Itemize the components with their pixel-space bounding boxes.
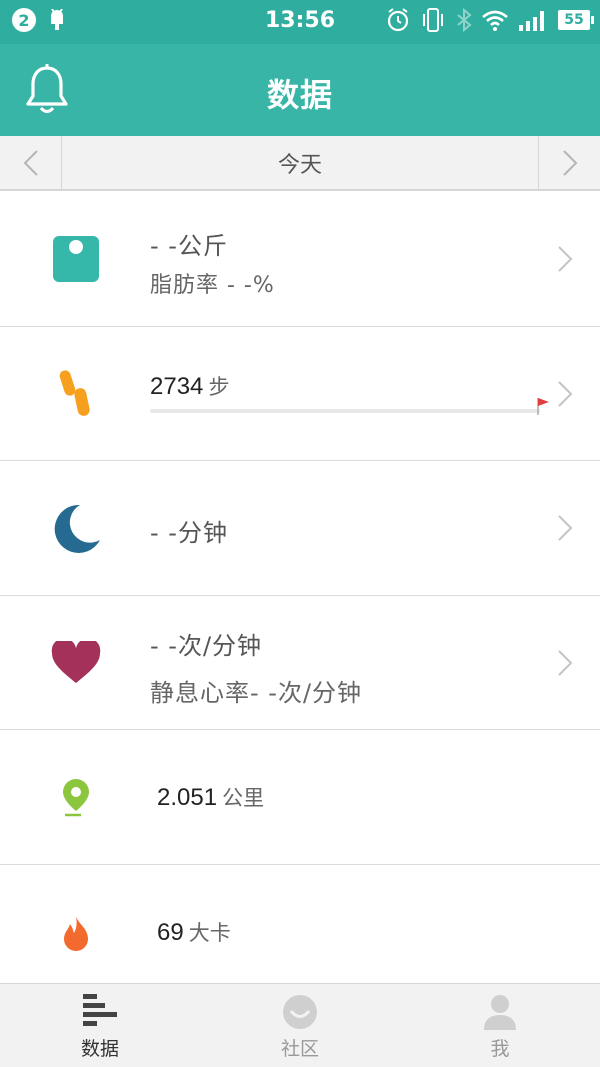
date-navigator: 今天: [0, 136, 600, 191]
steps-value: 2734: [150, 372, 204, 400]
location-pin-icon: [63, 779, 89, 817]
weight-value: - -公斤: [150, 232, 228, 260]
tab-community[interactable]: 社区: [200, 984, 400, 1067]
vibrate-icon: [423, 8, 443, 32]
battery-indicator: 55: [558, 10, 594, 30]
chevron-right-icon: [562, 149, 577, 176]
footsteps-icon: [59, 369, 90, 416]
heart-icon: [51, 640, 101, 683]
tab-data[interactable]: 数据: [0, 984, 200, 1067]
chevron-left-icon: [23, 149, 38, 176]
calories-value: 69: [157, 918, 184, 946]
signal-icon: [519, 11, 544, 31]
app-bar: 数据: [0, 44, 600, 136]
calories-row: 69 大卡: [0, 864, 600, 983]
scale-icon: [53, 236, 99, 282]
tab-me[interactable]: 我: [400, 984, 600, 1067]
bars-icon: [83, 994, 117, 1026]
sleep-row[interactable]: - -分钟: [0, 461, 600, 596]
alarm-icon: [387, 8, 409, 32]
calories-unit: 大卡: [188, 920, 231, 945]
body-fat-value: 脂肪率 - -%: [150, 273, 275, 298]
status-bar: 2 13:56 55: [0, 0, 600, 44]
resting-heart-rate-value: 静息心率- -次/分钟: [150, 678, 363, 707]
weight-row[interactable]: - -公斤 脂肪率 - -%: [0, 192, 600, 327]
steps-progress-bar: [150, 408, 540, 413]
metrics-list: - -公斤 脂肪率 - -% 2734 步 - -分钟 - -次/分钟 静息心率…: [0, 192, 600, 983]
flame-icon: [64, 915, 88, 951]
chevron-right-icon: [558, 649, 573, 676]
next-day-button[interactable]: [538, 136, 600, 189]
sleep-value: - -分钟: [150, 519, 228, 547]
tab-me-label: 我: [490, 1038, 510, 1060]
moon-icon: [54, 504, 100, 553]
bluetooth-icon: [457, 8, 472, 32]
goal-flag-icon: [537, 397, 549, 415]
tab-data-label: 数据: [80, 1038, 119, 1060]
heart-rate-value: - -次/分钟: [150, 631, 263, 660]
distance-unit: 公里: [222, 786, 265, 810]
steps-row[interactable]: 2734 步: [0, 326, 600, 461]
current-date-label: 今天: [277, 152, 322, 178]
tab-community-label: 社区: [280, 1038, 319, 1060]
wifi-icon: [482, 10, 508, 31]
person-icon: [484, 995, 516, 1030]
previous-day-button[interactable]: [0, 136, 62, 189]
chevron-right-icon: [558, 515, 573, 541]
chevron-right-icon: [558, 246, 573, 272]
heart-rate-row[interactable]: - -次/分钟 静息心率- -次/分钟: [0, 595, 600, 730]
distance-row: 2.051 公里: [0, 730, 600, 865]
bottom-tab-bar: 数据 社区 我: [0, 983, 600, 1067]
page-title: 数据: [266, 76, 333, 114]
steps-unit: 步: [208, 374, 230, 399]
chevron-right-icon: [558, 380, 573, 407]
distance-value: 2.051: [157, 784, 218, 811]
chat-bubble-icon: [283, 995, 317, 1029]
